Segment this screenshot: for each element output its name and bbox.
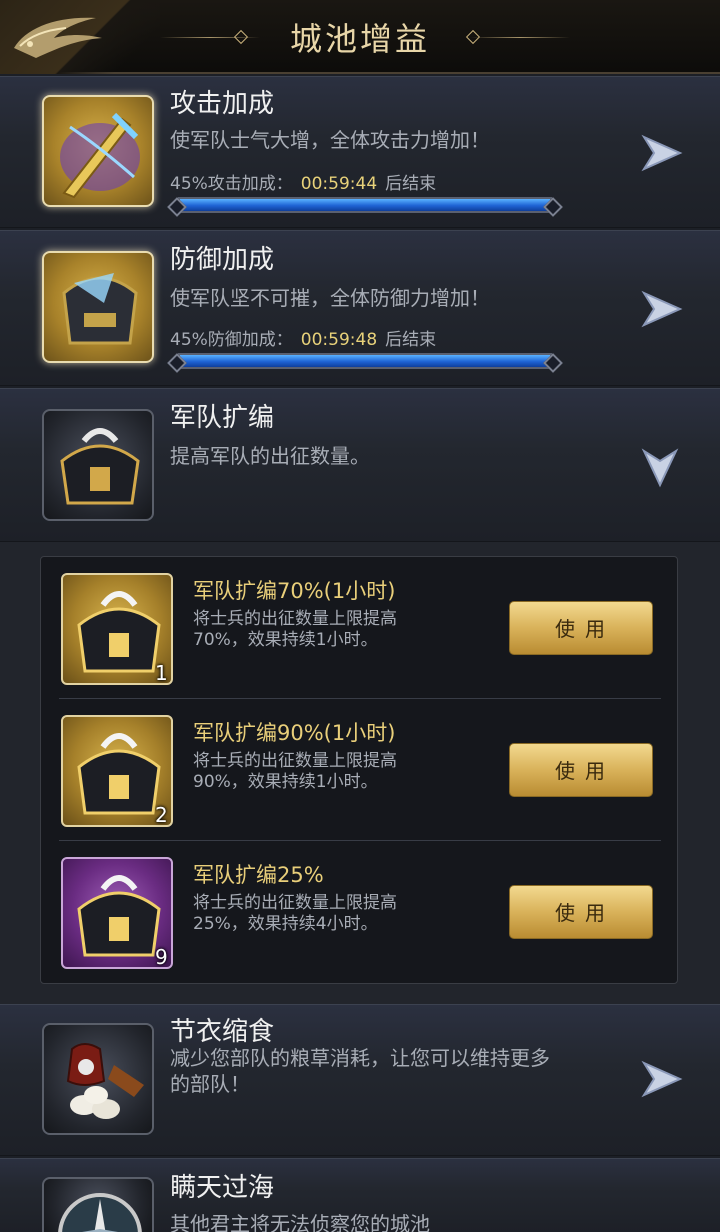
item-desc-line2: 70%，效果持续1小时。 [193,630,378,650]
boost-status: 45%防御加成： 00:59:48 后结束 [170,325,436,350]
progress-bar [178,353,552,369]
status-prefix: 45%防御加成： [170,330,293,350]
progress-bar [178,197,552,213]
header-bar: 城池增益 [0,0,720,74]
status-prefix: 45%攻击加成： [170,174,293,194]
item-desc-line2: 90%，效果持续1小时。 [193,772,378,792]
boost-desc: 其他君主将无法侦察您的城池 [170,1212,430,1232]
list-item: 9 军队扩编25% 将士兵的出征数量上限提高 25%，效果持续4小时。 使用 [41,841,679,983]
item-desc: 将士兵的出征数量上限提高 25%，效果持续4小时。 [193,893,493,935]
list-item: 2 军队扩编90%(1小时) 将士兵的出征数量上限提高 90%，效果持续1小时。… [41,699,679,841]
boost-name: 攻击加成 [170,89,275,119]
status-suffix: 后结束 [385,330,437,350]
progress-fill [180,355,550,367]
use-button[interactable]: 使用 [509,601,653,655]
item-desc-line1: 将士兵的出征数量上限提高 [193,751,397,771]
progress-fill [180,199,550,211]
shield-helmet-icon [42,251,154,363]
arrow-down-icon[interactable] [640,447,680,489]
use-button[interactable]: 使用 [509,743,653,797]
item-desc: 将士兵的出征数量上限提高 90%，效果持续1小时。 [193,751,493,793]
item-desc-line2: 25%，效果持续4小时。 [193,914,378,934]
item-list: 1 军队扩编70%(1小时) 将士兵的出征数量上限提高 70%，效果持续1小时。… [40,556,678,984]
boost-desc: 减少您部队的粮草消耗，让您可以维持更多 的部队！ [170,1045,550,1097]
item-desc-line1: 将士兵的出征数量上限提高 [193,609,397,629]
item-desc: 将士兵的出征数量上限提高 70%，效果持续1小时。 [193,609,493,651]
boost-name: 防御加成 [170,245,275,275]
expansion-panel-wrap: 1 军队扩编70%(1小时) 将士兵的出征数量上限提高 70%，效果持续1小时。… [0,542,720,1004]
boost-row-frugal[interactable]: 节衣缩食 减少您部队的粮草消耗，让您可以维持更多 的部队！ [0,1004,720,1156]
arrow-right-icon[interactable] [640,133,684,173]
item-count: 2 [155,803,168,827]
use-button[interactable]: 使用 [509,885,653,939]
arrow-right-icon[interactable] [640,289,684,329]
boost-desc: 使军队士气大增，全体攻击力增加！ [170,128,490,152]
page-title: 城池增益 [289,20,430,58]
boost-row-defense[interactable]: 防御加成 使军队坚不可摧，全体防御力增加！ 45%防御加成： 00:59:48 后结… [0,230,720,386]
item-name: 军队扩编90%(1小时) [193,721,396,745]
list-item: 1 军队扩编70%(1小时) 将士兵的出征数量上限提高 70%，效果持续1小时。… [41,557,679,699]
timer: 00:59:44 [300,174,378,194]
boost-desc: 提高军队的出征数量。 [170,444,370,468]
header-ornament-right [470,37,570,38]
boost-name: 瞒天过海 [170,1173,275,1203]
boost-status: 45%攻击加成： 00:59:44 后结束 [170,169,436,194]
sword-icon [42,95,154,207]
boost-name: 节衣缩食 [170,1017,275,1047]
compass-icon [42,1177,154,1232]
item-desc-line1: 将士兵的出征数量上限提高 [193,893,397,913]
food-icon [42,1023,154,1135]
armor-icon [42,409,154,521]
boost-desc-line2: 的部队！ [170,1072,250,1096]
timer: 00:59:48 [300,330,378,350]
item-name: 军队扩编25% [193,863,324,887]
boost-row-expansion[interactable]: 军队扩编 提高军队的出征数量。 [0,388,720,542]
boost-desc: 使军队坚不可摧，全体防御力增加！ [170,286,490,310]
boost-row-stealth[interactable]: 瞒天过海 其他君主将无法侦察您的城池 [0,1158,720,1232]
item-name: 军队扩编70%(1小时) [193,579,396,603]
boost-name: 军队扩编 [170,403,275,433]
status-suffix: 后结束 [385,174,437,194]
arrow-right-icon[interactable] [640,1059,684,1099]
boost-desc-line1: 减少您部队的粮草消耗，让您可以维持更多 [170,1046,550,1070]
item-count: 9 [155,945,168,969]
item-count: 1 [155,661,168,685]
boost-row-attack[interactable]: 攻击加成 使军队士气大增，全体攻击力增加！ 45%攻击加成： 00:59:44 后结… [0,76,720,228]
